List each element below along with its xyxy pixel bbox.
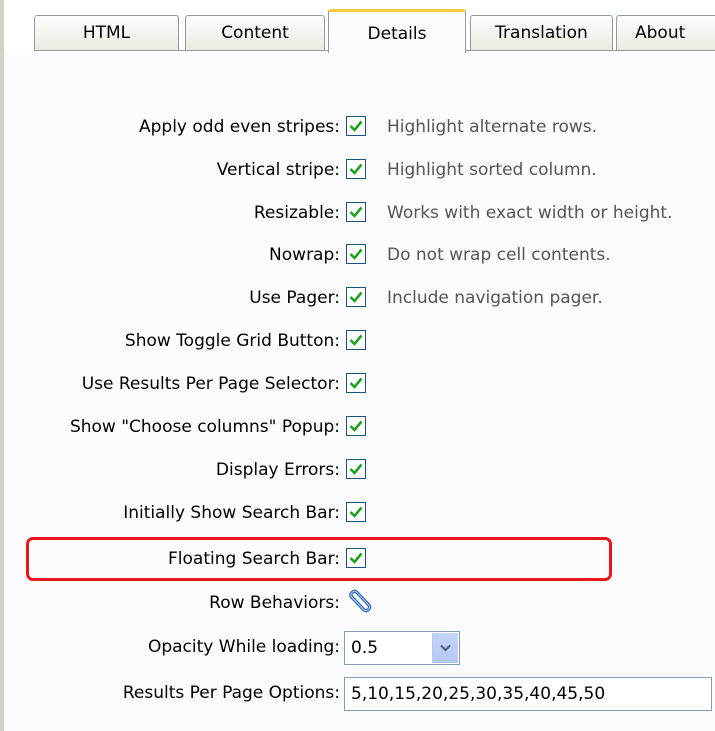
show-search-bar-checkbox[interactable] — [346, 502, 366, 522]
checkmark-icon — [349, 463, 363, 475]
checkmark-icon — [349, 248, 363, 260]
tab-details[interactable]: Details — [328, 9, 466, 53]
setting-description: Include navigation pager. — [387, 288, 603, 308]
checkmark-icon — [349, 120, 363, 132]
checkmark-icon — [349, 506, 363, 518]
setting-row: Vertical stripe: Highlight sorted column… — [4, 155, 715, 185]
setting-row: Floating Search Bar: — [4, 544, 715, 574]
tab-bar: HTML Content Details Translation About — [4, 0, 715, 53]
results-per-page-selector-checkbox[interactable] — [346, 373, 366, 393]
results-per-page-input[interactable] — [344, 677, 712, 711]
opacity-value: 0.5 — [351, 638, 379, 658]
setting-label: Floating Search Bar: — [168, 549, 340, 569]
setting-label: Vertical stripe: — [216, 160, 340, 180]
row-behaviors-label: Row Behaviors: — [209, 593, 340, 613]
results-per-page-label: Results Per Page Options: — [122, 683, 340, 703]
dropdown-button[interactable] — [432, 633, 458, 663]
setting-row: Nowrap: Do not wrap cell contents. — [4, 240, 715, 270]
setting-row: Show "Choose columns" Popup: — [4, 412, 715, 442]
setting-label: Show Toggle Grid Button: — [124, 331, 340, 351]
checkmark-icon — [349, 420, 363, 432]
setting-row: Row Behaviors: — [4, 588, 715, 618]
tab-about[interactable]: About — [616, 15, 715, 50]
nowrap-checkbox[interactable] — [346, 244, 366, 264]
setting-label: Display Errors: — [215, 460, 340, 480]
resizable-checkbox[interactable] — [346, 202, 366, 222]
details-panel: Apply odd even stripes: Highlight altern… — [4, 51, 715, 731]
setting-label: Initially Show Search Bar: — [123, 503, 340, 523]
odd-even-stripes-checkbox[interactable] — [346, 116, 366, 136]
setting-label: Apply odd even stripes: — [138, 117, 340, 137]
display-errors-checkbox[interactable] — [346, 459, 366, 479]
setting-row: Apply odd even stripes: Highlight altern… — [4, 112, 715, 142]
tab-html[interactable]: HTML — [34, 15, 179, 50]
setting-description: Do not wrap cell contents. — [387, 245, 611, 265]
setting-label: Nowrap: — [269, 245, 340, 265]
setting-description: Highlight alternate rows. — [387, 117, 598, 137]
toggle-grid-button-checkbox[interactable] — [346, 330, 366, 350]
paperclip-icon[interactable] — [345, 589, 373, 617]
checkmark-icon — [349, 377, 363, 389]
opacity-label: Opacity While loading: — [147, 637, 340, 657]
choose-columns-popup-checkbox[interactable] — [346, 416, 366, 436]
setting-row: Use Results Per Page Selector: — [4, 369, 715, 399]
setting-row: Results Per Page Options: — [4, 677, 715, 711]
setting-row: Initially Show Search Bar: — [4, 498, 715, 528]
setting-label: Resizable: — [253, 203, 340, 223]
setting-label: Use Pager: — [249, 288, 340, 308]
checkmark-icon — [349, 552, 363, 564]
opacity-select[interactable]: 0.5 — [344, 631, 460, 665]
setting-row: Opacity While loading: 0.5 — [4, 631, 715, 665]
tab-content[interactable]: Content — [185, 15, 325, 50]
checkmark-icon — [349, 206, 363, 218]
setting-label: Use Results Per Page Selector: — [81, 374, 340, 394]
setting-row: Use Pager: Include navigation pager. — [4, 283, 715, 313]
tab-translation[interactable]: Translation — [470, 15, 613, 50]
setting-label: Show "Choose columns" Popup: — [69, 417, 340, 437]
checkmark-icon — [349, 334, 363, 346]
vertical-stripe-checkbox[interactable] — [346, 159, 366, 179]
checkmark-icon — [349, 291, 363, 303]
setting-description: Works with exact width or height. — [387, 203, 673, 223]
setting-description: Highlight sorted column. — [387, 160, 597, 180]
setting-row: Show Toggle Grid Button: — [4, 326, 715, 356]
setting-row: Display Errors: — [4, 455, 715, 485]
setting-row: Resizable: Works with exact width or hei… — [4, 198, 715, 228]
chevron-down-icon — [440, 644, 451, 652]
floating-search-bar-checkbox[interactable] — [346, 548, 366, 568]
checkmark-icon — [349, 163, 363, 175]
use-pager-checkbox[interactable] — [346, 287, 366, 307]
